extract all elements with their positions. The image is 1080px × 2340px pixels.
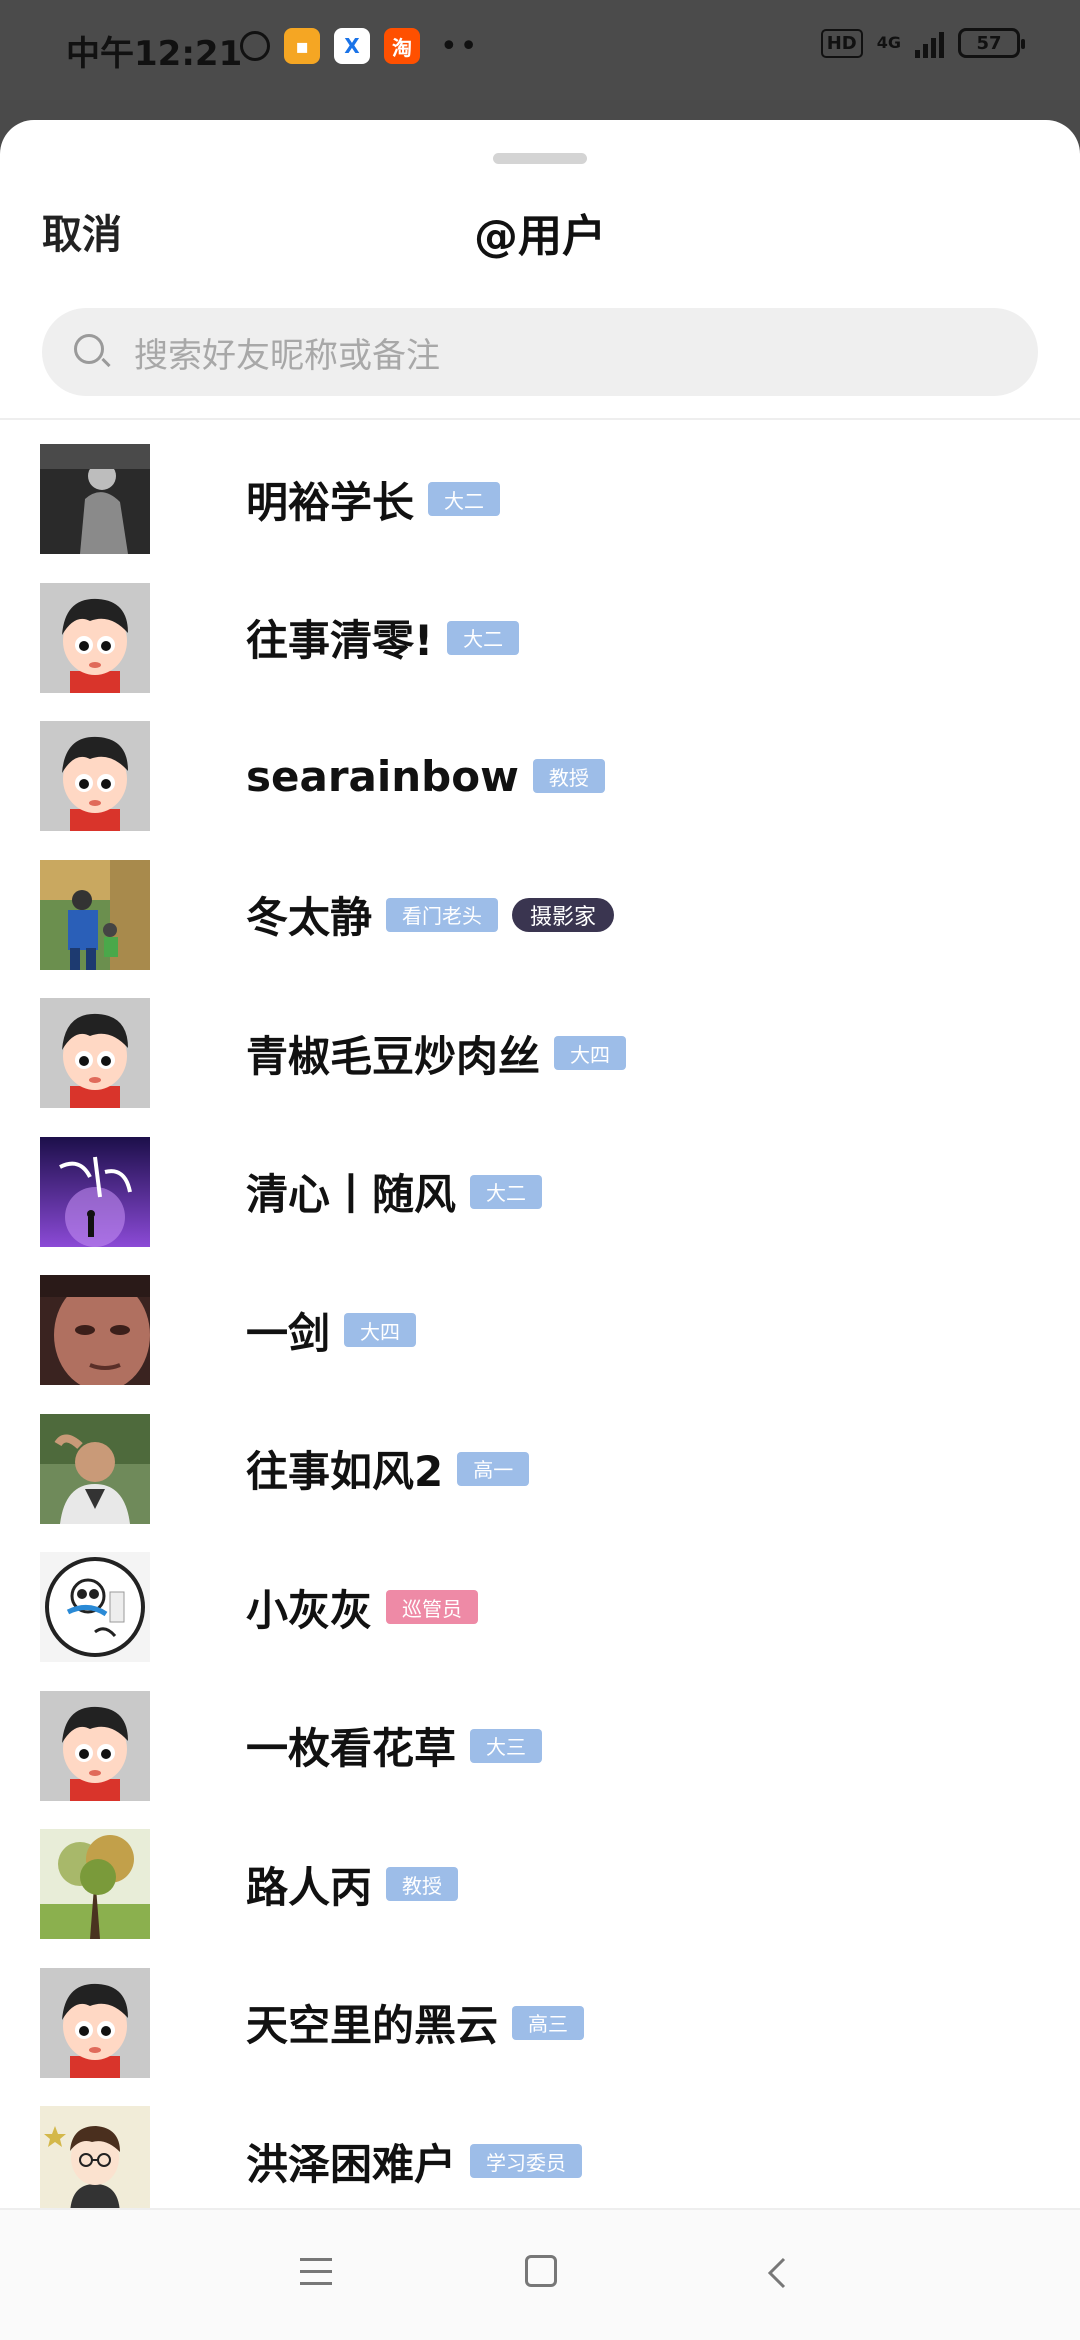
search-input[interactable]: 搜索好友昵称或备注 xyxy=(42,308,1038,396)
user-name: 清心丨随风 xyxy=(246,1170,457,1220)
level-badge: 大三 xyxy=(470,1728,543,1763)
alarm-icon xyxy=(240,31,270,61)
level-badge: 教授 xyxy=(386,1867,459,1902)
app-x-icon: X xyxy=(334,28,370,64)
user-name: searainbow xyxy=(246,751,519,801)
photographer-badge: 摄影家 xyxy=(512,897,615,932)
list-item[interactable]: 一剑 大四 xyxy=(0,1261,1080,1400)
status-right: HD 4G 57 xyxy=(820,28,1025,58)
more-dots-icon: •• xyxy=(440,28,480,64)
sheet-grabber[interactable] xyxy=(493,153,587,164)
message-app-icon: ▪ xyxy=(284,28,320,64)
taobao-icon: 淘 xyxy=(384,28,420,64)
user-name: 明裕学长 xyxy=(246,477,415,527)
battery-icon: 57 xyxy=(958,28,1025,58)
avatar xyxy=(40,859,150,970)
avatar xyxy=(40,2106,150,2217)
user-name: 往事清零! xyxy=(246,616,434,666)
avatar xyxy=(40,998,150,1109)
divider xyxy=(0,418,1080,420)
list-item[interactable]: 冬太静 看门老头 摄影家 xyxy=(0,846,1080,985)
avatar xyxy=(40,1552,150,1663)
level-badge: 大四 xyxy=(344,1313,417,1348)
list-item[interactable]: 天空里的黑云 高三 xyxy=(0,1954,1080,2093)
home-icon[interactable] xyxy=(525,2255,557,2287)
battery-level: 57 xyxy=(976,32,1002,54)
level-badge: 高三 xyxy=(512,2005,585,2040)
level-badge: 大二 xyxy=(428,482,501,517)
list-item[interactable]: 小灰灰 巡管员 xyxy=(0,1538,1080,1677)
list-item[interactable]: 清心丨随风 大二 xyxy=(0,1123,1080,1262)
list-item[interactable]: 往事如风2 高一 xyxy=(0,1400,1080,1539)
avatar xyxy=(40,582,150,693)
avatar xyxy=(40,1413,150,1524)
avatar xyxy=(40,1275,150,1386)
status-time: 中午12:21 xyxy=(66,34,243,74)
avatar xyxy=(40,1690,150,1801)
signal-icon xyxy=(915,28,944,58)
level-badge: 大四 xyxy=(554,1036,627,1071)
search-icon xyxy=(72,332,112,372)
avatar xyxy=(40,444,150,555)
avatar xyxy=(40,1829,150,1940)
list-item[interactable]: 路人丙 教授 xyxy=(0,1815,1080,1954)
user-name: 小灰灰 xyxy=(246,1585,373,1635)
notification-icons: ▪ X 淘 •• xyxy=(240,28,479,64)
hd-icon: HD xyxy=(820,28,863,58)
user-name: 往事如风2 xyxy=(246,1447,444,1497)
user-name: 路人丙 xyxy=(246,1862,373,1912)
avatar xyxy=(40,1136,150,1247)
user-list: 明裕学长 大二 往事清零! 大二 searainbow 教授 冬太静 看门老头 … xyxy=(0,430,1080,2231)
level-badge: 大二 xyxy=(470,1174,543,1209)
list-item[interactable]: searainbow 教授 xyxy=(0,707,1080,846)
status-bar: 中午12:21 ▪ X 淘 •• HD 4G 57 xyxy=(0,0,1080,100)
user-name: 青椒毛豆炒肉丝 xyxy=(246,1031,541,1081)
back-icon[interactable] xyxy=(760,2255,796,2291)
level-badge: 高一 xyxy=(457,1451,530,1486)
avatar xyxy=(40,721,150,832)
system-nav-bar xyxy=(0,2208,1080,2340)
level-badge: 教授 xyxy=(532,759,605,794)
list-item[interactable]: 青椒毛豆炒肉丝 大四 xyxy=(0,984,1080,1123)
level-badge: 大二 xyxy=(447,620,520,655)
user-name: 天空里的黑云 xyxy=(246,2001,499,2051)
network-label: 4G xyxy=(876,33,901,52)
role-badge: 巡管员 xyxy=(386,1590,479,1625)
user-name: 一剑 xyxy=(246,1308,331,1358)
list-item[interactable]: 明裕学长 大二 xyxy=(0,430,1080,569)
user-name: 冬太静 xyxy=(246,893,373,943)
user-name: 洪泽困难户 xyxy=(246,2139,457,2189)
mention-user-sheet: @用户 取消 搜索好友昵称或备注 明裕学长 大二 往事清零! 大二 searai… xyxy=(0,120,1080,2340)
menu-icon[interactable] xyxy=(300,2258,332,2286)
list-item[interactable]: 一枚看花草 大三 xyxy=(0,1677,1080,1816)
cancel-button[interactable]: 取消 xyxy=(42,202,122,260)
level-badge: 看门老头 xyxy=(386,897,499,932)
page-title: @用户 xyxy=(474,211,606,262)
role-badge: 学习委员 xyxy=(470,2144,583,2179)
user-name: 一枚看花草 xyxy=(246,1724,457,1774)
search-placeholder: 搜索好友昵称或备注 xyxy=(134,335,440,376)
list-item[interactable]: 往事清零! 大二 xyxy=(0,569,1080,708)
avatar xyxy=(40,1967,150,2078)
